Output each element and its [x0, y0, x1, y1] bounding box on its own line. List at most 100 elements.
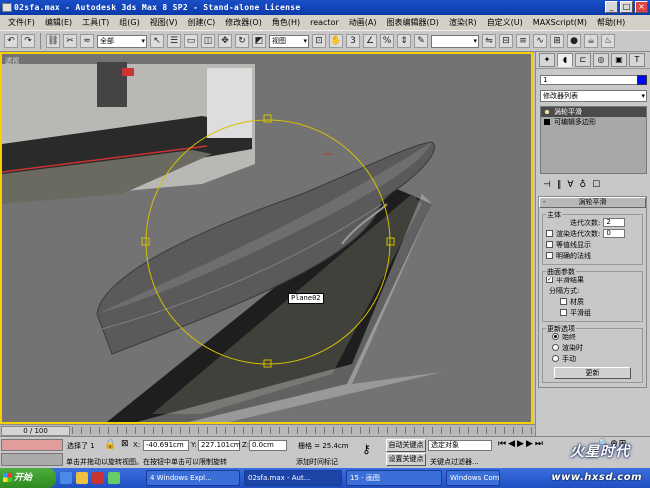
undo-icon[interactable]: ↶ [4, 34, 18, 48]
select-object-icon[interactable]: ↖ [150, 34, 164, 48]
select-and-rotate-icon[interactable]: ↻ [235, 34, 249, 48]
pivot-center-icon[interactable]: ⊡ [312, 34, 326, 48]
menu-graph-editors[interactable]: 图表编辑器(D) [381, 17, 443, 28]
align-icon[interactable]: ⊟ [499, 34, 513, 48]
spinner-snap-icon[interactable]: ⇕ [397, 34, 411, 48]
bind-space-warp-icon[interactable]: ≈ [80, 34, 94, 48]
select-and-manipulate-icon[interactable]: ✋ [329, 34, 343, 48]
selection-filter-dropdown[interactable]: 全部 [97, 34, 147, 48]
app-quicklaunch-icon[interactable] [92, 472, 104, 484]
y-coordinate-field[interactable]: 227.101cm [198, 440, 241, 451]
taskbar-item-explorer[interactable]: 4 Windows Expl... [146, 470, 240, 486]
menu-file[interactable]: 文件(F) [3, 17, 40, 28]
tab-hierarchy[interactable]: ⊏ [575, 53, 591, 67]
mirror-icon[interactable]: ⇋ [482, 34, 496, 48]
update-always-radio[interactable] [552, 333, 559, 340]
tab-utilities[interactable]: T [629, 53, 645, 67]
update-render-radio[interactable] [552, 344, 559, 351]
stack-item-editable-poly[interactable]: 可编辑多边形 [541, 117, 646, 127]
add-time-tag[interactable]: 添加时间标记 [296, 457, 338, 467]
layer-manager-icon[interactable]: ≡ [516, 34, 530, 48]
menu-modifiers[interactable]: 修改器(O) [220, 17, 267, 28]
timeline[interactable]: 0 / 100 [0, 424, 535, 436]
quick-render-icon[interactable]: ♨ [601, 34, 615, 48]
maxscript-output-mini[interactable] [1, 453, 63, 466]
materials-checkbox[interactable] [560, 298, 567, 305]
select-and-link-icon[interactable]: ⛓ [46, 34, 60, 48]
z-coordinate-field[interactable]: 0.0cm [249, 440, 287, 451]
render-iterations-spinner[interactable]: 0 [603, 229, 626, 238]
tab-motion[interactable]: ◎ [593, 53, 609, 67]
percent-snap-icon[interactable]: % [380, 34, 394, 48]
show-end-result-icon[interactable]: ‖ [557, 180, 562, 190]
collapse-icon[interactable]: - [543, 198, 546, 207]
set-key-button[interactable]: 设置关键点 [386, 453, 426, 466]
perspective-viewport[interactable]: 透视 Plane02 [0, 52, 533, 424]
update-button[interactable]: 更新 [554, 367, 631, 379]
iterations-spinner[interactable]: 2 [603, 218, 626, 227]
select-by-name-icon[interactable]: ☰ [167, 34, 181, 48]
configure-modifier-sets-icon[interactable]: ☐ [592, 180, 600, 190]
x-coordinate-field[interactable]: -40.691cm [143, 440, 189, 451]
ie-quicklaunch-icon[interactable] [60, 472, 72, 484]
menu-edit[interactable]: 编辑(E) [40, 17, 77, 28]
menu-rendering[interactable]: 渲染(R) [444, 17, 482, 28]
menu-character[interactable]: 角色(H) [267, 17, 305, 28]
schematic-view-icon[interactable]: ⊞ [550, 34, 564, 48]
render-iterations-checkbox[interactable] [546, 230, 553, 237]
select-and-move-icon[interactable]: ✥ [218, 34, 232, 48]
menu-animation[interactable]: 动画(A) [344, 17, 382, 28]
material-editor-icon[interactable]: ● [567, 34, 581, 48]
start-button[interactable]: 开始 [0, 468, 56, 488]
menu-maxscript[interactable]: MAXScript(M) [528, 18, 592, 27]
menu-views[interactable]: 视图(V) [145, 17, 183, 28]
rollout-header[interactable]: - 涡轮平滑 [539, 197, 646, 208]
render-scene-icon[interactable]: ☕ [584, 34, 598, 48]
make-unique-icon[interactable]: ∀ [567, 180, 573, 190]
angle-snap-icon[interactable]: ∠ [363, 34, 377, 48]
lightbulb-icon[interactable] [544, 109, 550, 115]
stack-item-turbosmooth[interactable]: 涡轮平滑 [541, 107, 646, 117]
lock-selection-icon[interactable]: 🔒 [104, 439, 116, 450]
key-selection-dropdown[interactable]: 选定对象 [428, 440, 492, 451]
playback-controls[interactable]: ⏮◀▶▶⏭ [498, 439, 545, 449]
menu-reactor[interactable]: reactor [305, 18, 344, 27]
tab-display[interactable]: ▣ [611, 53, 627, 67]
maxscript-listener-mini[interactable] [1, 439, 63, 451]
close-button[interactable]: × [635, 1, 648, 13]
edit-named-selection-icon[interactable]: ✎ [414, 34, 428, 48]
taskbar-item-commander[interactable]: Windows Comm... [446, 470, 500, 486]
object-color-swatch[interactable] [637, 75, 647, 85]
auto-key-button[interactable]: 自动关键点 [386, 439, 426, 452]
modifier-list-dropdown[interactable]: 修改器列表 [540, 90, 647, 102]
rectangular-selection-icon[interactable]: ▭ [184, 34, 198, 48]
select-and-scale-icon[interactable]: ◩ [252, 34, 266, 48]
smooth-result-checkbox[interactable]: ✓ [546, 276, 553, 283]
named-selection-dropdown[interactable] [431, 34, 479, 48]
explicit-normals-checkbox[interactable] [546, 252, 553, 259]
minimize-button[interactable]: _ [605, 1, 618, 13]
menu-create[interactable]: 创建(C) [182, 17, 220, 28]
taskbar-item-paint[interactable]: 15 - 画图 [346, 470, 442, 486]
viewport-label[interactable]: 透视 [5, 56, 19, 66]
snaps-toggle-icon[interactable]: 3 [346, 34, 360, 48]
isoline-checkbox[interactable] [546, 241, 553, 248]
menu-help[interactable]: 帮助(H) [592, 17, 630, 28]
key-filters-button[interactable]: 关键点过滤器... [430, 457, 479, 467]
object-name-field[interactable]: 1 [540, 75, 647, 85]
update-manual-radio[interactable] [552, 355, 559, 362]
desktop-quicklaunch-icon[interactable] [108, 472, 120, 484]
curve-editor-icon[interactable]: ∿ [533, 34, 547, 48]
menu-customize[interactable]: 自定义(U) [482, 17, 528, 28]
tab-modify[interactable]: ◖ [557, 53, 573, 67]
pin-stack-icon[interactable]: ⊣ [543, 180, 551, 190]
key-icon[interactable]: ⚷ [362, 442, 371, 456]
redo-icon[interactable]: ↷ [21, 34, 35, 48]
window-crossing-icon[interactable]: ◫ [201, 34, 215, 48]
remove-modifier-icon[interactable]: ♁ [580, 180, 587, 190]
menu-tools[interactable]: 工具(T) [77, 17, 114, 28]
taskbar-item-3dsmax[interactable]: 02sfa.max - Aut... [244, 470, 342, 486]
time-slider[interactable]: 0 / 100 [1, 426, 70, 436]
folder-quicklaunch-icon[interactable] [76, 472, 88, 484]
smoothing-groups-checkbox[interactable] [560, 309, 567, 316]
